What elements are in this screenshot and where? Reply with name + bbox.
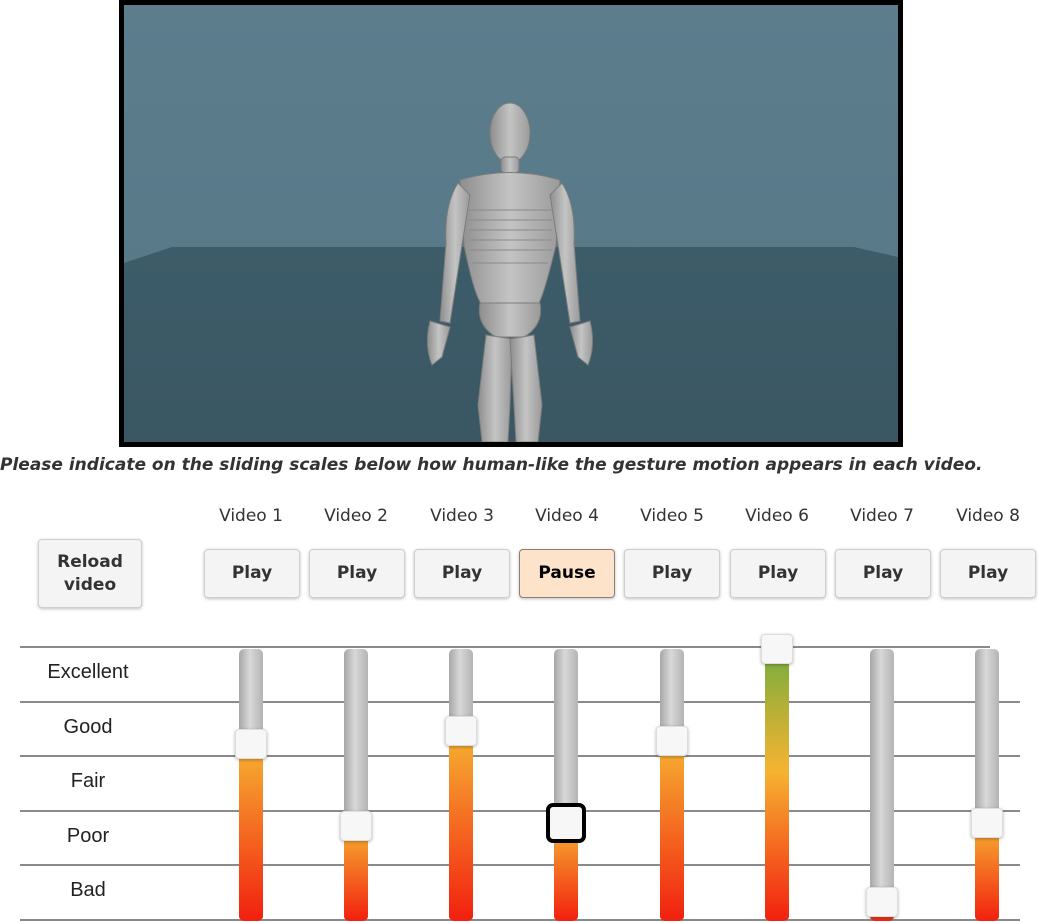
rating-slider-handle-7[interactable] bbox=[866, 887, 898, 917]
rating-slider-handle-3[interactable] bbox=[445, 716, 477, 746]
rating-slider-track-4[interactable] bbox=[554, 649, 578, 921]
rating-slider-track-3[interactable] bbox=[449, 649, 473, 921]
scale-label-bad: Bad bbox=[70, 879, 106, 901]
rating-slider-track-7[interactable] bbox=[870, 649, 894, 921]
rating-slider-handle-6[interactable] bbox=[761, 634, 793, 664]
instruction-text: Please indicate on the sliding scales be… bbox=[0, 455, 983, 475]
scale-label-poor: Poor bbox=[66, 825, 110, 847]
video-label-5: Video 5 bbox=[640, 506, 704, 526]
rating-slider-track-1[interactable] bbox=[239, 649, 263, 921]
scale-line bbox=[20, 646, 990, 648]
video-label-8: Video 8 bbox=[956, 506, 1020, 526]
scale-label-good: Good bbox=[63, 716, 113, 738]
play-button-video-1[interactable]: Play bbox=[204, 549, 300, 598]
rating-slider-handle-4[interactable] bbox=[546, 803, 586, 843]
video-label-7: Video 7 bbox=[850, 506, 914, 526]
pause-button-video-4[interactable]: Pause bbox=[519, 549, 615, 598]
video-label-2: Video 2 bbox=[324, 506, 388, 526]
play-button-video-3[interactable]: Play bbox=[414, 549, 510, 598]
rating-slider-track-2[interactable] bbox=[344, 649, 368, 921]
rating-slider-fill-3 bbox=[449, 731, 473, 921]
rating-slider-handle-5[interactable] bbox=[656, 726, 688, 756]
rating-slider-handle-2[interactable] bbox=[340, 811, 372, 841]
play-button-video-8[interactable]: Play bbox=[940, 549, 1036, 598]
rating-slider-track-5[interactable] bbox=[660, 649, 684, 921]
play-button-video-2[interactable]: Play bbox=[309, 549, 405, 598]
rating-slider-track-6[interactable] bbox=[765, 649, 789, 921]
rating-slider-fill-5 bbox=[660, 741, 684, 921]
video-label-1: Video 1 bbox=[219, 506, 283, 526]
scale-label-excellent: Excellent bbox=[47, 661, 129, 683]
scale-label-fair: Fair bbox=[70, 770, 106, 792]
play-button-video-7[interactable]: Play bbox=[835, 549, 931, 598]
play-button-video-5[interactable]: Play bbox=[624, 549, 720, 598]
rating-slider-fill-1 bbox=[239, 744, 263, 921]
play-button-video-6[interactable]: Play bbox=[730, 549, 826, 598]
rating-slider-track-8[interactable] bbox=[975, 649, 999, 921]
rating-slider-fill-6 bbox=[765, 649, 789, 921]
video-label-4: Video 4 bbox=[535, 506, 599, 526]
video-label-3: Video 3 bbox=[430, 506, 494, 526]
video-label-6: Video 6 bbox=[745, 506, 809, 526]
video-player[interactable] bbox=[119, 0, 903, 447]
rating-slider-handle-1[interactable] bbox=[235, 729, 267, 759]
rating-slider-handle-8[interactable] bbox=[971, 808, 1003, 838]
reload-video-button[interactable]: Reload video bbox=[38, 539, 142, 608]
